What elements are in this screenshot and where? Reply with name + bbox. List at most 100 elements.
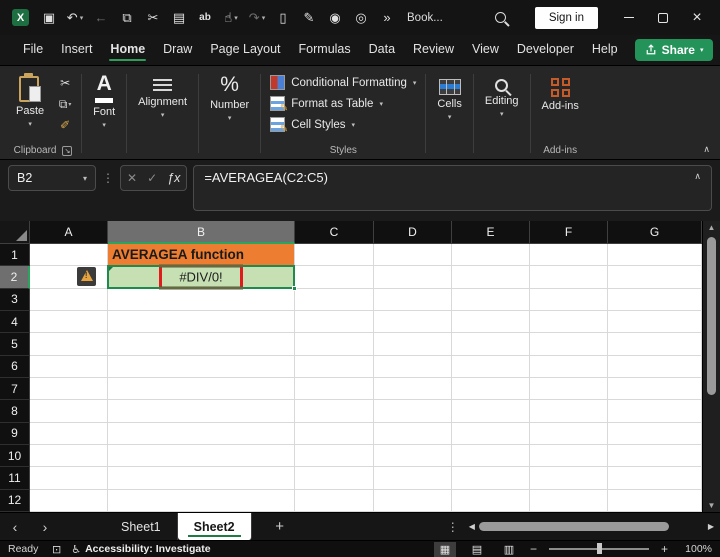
copy-icon[interactable]: ⧉ bbox=[115, 6, 139, 30]
cell-D5[interactable] bbox=[374, 333, 452, 356]
number-button[interactable]: % Number ▾ bbox=[204, 70, 255, 124]
horizontal-scroll-thumb[interactable] bbox=[478, 522, 669, 531]
cell-C5[interactable] bbox=[295, 333, 374, 356]
row-header-8[interactable]: 8 bbox=[0, 400, 30, 423]
cell-F11[interactable] bbox=[530, 467, 608, 490]
tab-page-layout[interactable]: Page Layout bbox=[201, 37, 289, 63]
cell-G7[interactable] bbox=[608, 377, 702, 401]
sheet-tab-sheet1[interactable]: Sheet1 bbox=[105, 513, 178, 540]
tab-formulas[interactable]: Formulas bbox=[290, 37, 360, 63]
cell-B4[interactable] bbox=[108, 310, 295, 334]
cell-E3[interactable] bbox=[452, 288, 530, 311]
row-header-10[interactable]: 10 bbox=[0, 444, 30, 468]
cell-G5[interactable] bbox=[608, 333, 702, 356]
cell-A10[interactable] bbox=[30, 444, 108, 468]
sheet-tab-sheet2[interactable]: Sheet2 bbox=[177, 513, 252, 540]
cut-button[interactable]: ✂ bbox=[54, 74, 76, 92]
camera-icon[interactable]: ◉ bbox=[323, 6, 347, 30]
redo-icon[interactable]: ↷ ▾ bbox=[245, 6, 269, 30]
scroll-right-icon[interactable]: ▶ bbox=[708, 522, 714, 531]
cells-button[interactable]: Cells ▾ bbox=[431, 70, 467, 123]
format-painter-button[interactable]: ✐ bbox=[54, 116, 76, 134]
horizontal-scroll-track[interactable] bbox=[478, 521, 704, 533]
conditional-formatting-button[interactable]: Conditional Formatting ▾ bbox=[266, 73, 420, 92]
cell-B2[interactable]: #DIV/0! bbox=[107, 264, 297, 291]
cell-A12[interactable] bbox=[30, 489, 108, 512]
zoom-out-icon[interactable]: − bbox=[530, 542, 537, 556]
cell-E5[interactable] bbox=[452, 333, 530, 356]
copy-button[interactable]: ⧉ ▾ bbox=[54, 95, 76, 113]
cell-C8[interactable] bbox=[295, 400, 374, 423]
cell-F10[interactable] bbox=[530, 444, 608, 468]
macro-record-icon[interactable]: ⊡ bbox=[52, 543, 61, 556]
cell-E7[interactable] bbox=[452, 377, 530, 401]
cell-B11[interactable] bbox=[108, 467, 295, 490]
maximize-button[interactable] bbox=[646, 4, 680, 32]
page-layout-view-icon[interactable]: ▤ bbox=[466, 542, 488, 557]
tab-view[interactable]: View bbox=[463, 37, 508, 63]
cell-F2[interactable] bbox=[530, 266, 608, 289]
undo-icon[interactable]: ↶ ▾ bbox=[63, 6, 87, 30]
cell-C4[interactable] bbox=[295, 310, 374, 334]
cell-B12[interactable] bbox=[108, 489, 295, 512]
fill-handle[interactable] bbox=[292, 285, 297, 291]
cell-A2[interactable] bbox=[30, 266, 108, 289]
cell-F12[interactable] bbox=[530, 489, 608, 512]
paste-button[interactable]: Paste ▾ bbox=[10, 70, 50, 130]
new-sheet-button[interactable]: + bbox=[260, 513, 300, 540]
column-header-F[interactable]: F bbox=[530, 221, 608, 244]
cell-G6[interactable] bbox=[608, 355, 702, 378]
cell-G10[interactable] bbox=[608, 444, 702, 468]
tab-draw[interactable]: Draw bbox=[154, 37, 201, 63]
cell-C12[interactable] bbox=[295, 489, 374, 512]
cell-D7[interactable] bbox=[374, 377, 452, 401]
cell-D1[interactable] bbox=[374, 244, 452, 267]
signin-button[interactable]: Sign in bbox=[534, 6, 598, 29]
cut-icon[interactable]: ✂ bbox=[141, 6, 165, 30]
cell-C2[interactable] bbox=[295, 266, 374, 289]
cell-E10[interactable] bbox=[452, 444, 530, 468]
cell-D8[interactable] bbox=[374, 400, 452, 423]
row-header-5[interactable]: 5 bbox=[0, 333, 30, 356]
more-commands-icon[interactable]: » bbox=[375, 6, 399, 30]
column-header-D[interactable]: D bbox=[374, 221, 452, 244]
scroll-down-icon[interactable]: ▼ bbox=[703, 501, 720, 510]
tab-file[interactable]: File bbox=[14, 37, 52, 63]
row-header-11[interactable]: 11 bbox=[0, 467, 30, 490]
cell-G3[interactable] bbox=[608, 288, 702, 311]
cell-E4[interactable] bbox=[452, 310, 530, 334]
tab-review[interactable]: Review bbox=[404, 37, 463, 63]
row-header-7[interactable]: 7 bbox=[0, 377, 30, 401]
zoom-slider[interactable] bbox=[548, 543, 649, 555]
cell-A7[interactable] bbox=[30, 377, 108, 401]
tab-data[interactable]: Data bbox=[360, 37, 404, 63]
prev-sheet-icon[interactable]: ‹ bbox=[0, 513, 30, 540]
cell-G12[interactable] bbox=[608, 489, 702, 512]
cell-A11[interactable] bbox=[30, 467, 108, 490]
row-header-2[interactable]: 2 bbox=[0, 266, 30, 289]
row-header-1[interactable]: 1 bbox=[0, 244, 30, 267]
error-warning-button[interactable] bbox=[77, 267, 96, 287]
cell-F5[interactable] bbox=[530, 333, 608, 356]
row-header-4[interactable]: 4 bbox=[0, 310, 30, 334]
cell-G11[interactable] bbox=[608, 467, 702, 490]
cell-A4[interactable] bbox=[30, 310, 108, 334]
tab-insert[interactable]: Insert bbox=[52, 37, 101, 63]
search-icon[interactable] bbox=[489, 6, 513, 30]
cell-C11[interactable] bbox=[295, 467, 374, 490]
row-header-9[interactable]: 9 bbox=[0, 422, 30, 445]
font-button[interactable]: A Font ▾ bbox=[87, 70, 121, 131]
vertical-scrollbar[interactable]: ▲ ▼ bbox=[702, 221, 720, 512]
alignment-button[interactable]: Alignment ▾ bbox=[132, 70, 193, 121]
scroll-left-icon[interactable]: ◀ bbox=[469, 522, 475, 531]
row-header-6[interactable]: 6 bbox=[0, 355, 30, 378]
cell-B6[interactable] bbox=[108, 355, 295, 378]
insert-function-icon[interactable]: ƒx bbox=[167, 171, 180, 185]
addins-button[interactable]: Add-ins bbox=[536, 70, 585, 114]
cell-A5[interactable] bbox=[30, 333, 108, 356]
find-replace-icon[interactable]: ab bbox=[193, 6, 217, 30]
cell-E12[interactable] bbox=[452, 489, 530, 512]
enter-icon[interactable]: ✓ bbox=[147, 171, 157, 185]
cell-B3[interactable] bbox=[108, 288, 295, 311]
cell-G1[interactable] bbox=[608, 244, 702, 267]
